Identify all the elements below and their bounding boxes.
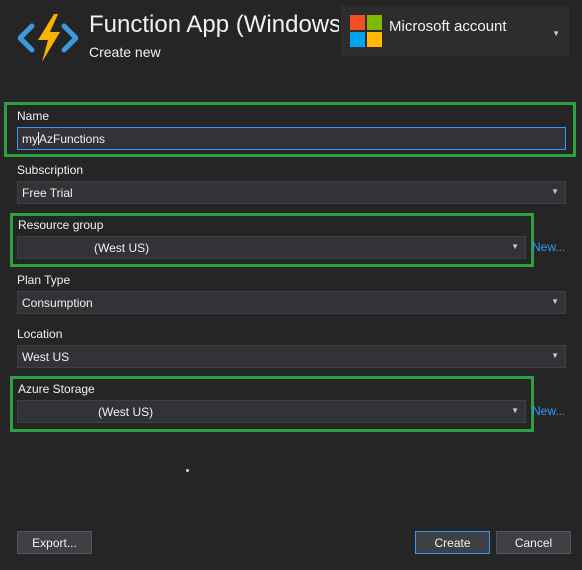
resource-group-new-link[interactable]: New... xyxy=(532,240,565,254)
azure-storage-new-link[interactable]: New... xyxy=(532,404,565,418)
dialog-title: Function App (Windows) xyxy=(89,11,339,38)
chevron-down-icon: ▼ xyxy=(552,29,560,38)
name-value-start: my xyxy=(22,132,38,146)
stray-dot xyxy=(186,469,189,472)
create-function-app-dialog: Function App (Windows) Create new Micros… xyxy=(0,0,582,570)
subscription-select[interactable]: Free Trial ▼ xyxy=(17,181,566,204)
azure-storage-value: (West US) xyxy=(98,405,154,419)
dialog-subtitle: Create new xyxy=(89,44,161,60)
resource-group-select[interactable]: (West US) ▼ xyxy=(17,236,526,259)
chevron-down-icon: ▼ xyxy=(551,187,559,196)
name-label: Name xyxy=(17,109,50,123)
subscription-label: Subscription xyxy=(17,163,84,177)
plan-type-value: Consumption xyxy=(22,296,93,310)
cancel-button[interactable]: Cancel xyxy=(496,531,571,554)
location-value: West US xyxy=(22,350,70,364)
chevron-down-icon: ▼ xyxy=(511,406,519,415)
create-button[interactable]: Create xyxy=(415,531,490,554)
azure-functions-lightning-icon xyxy=(18,14,78,62)
resource-group-value: (West US) xyxy=(94,241,150,255)
resource-group-label: Resource group xyxy=(18,218,104,232)
azure-storage-label: Azure Storage xyxy=(18,382,95,396)
azure-storage-select[interactable]: (West US) ▼ xyxy=(17,400,526,423)
account-selector[interactable]: Microsoft account ▼ xyxy=(341,6,569,56)
subscription-value: Free Trial xyxy=(22,186,73,200)
name-value-end: AzFunctions xyxy=(39,132,106,146)
location-label: Location xyxy=(17,327,63,341)
export-button[interactable]: Export... xyxy=(17,531,92,554)
chevron-down-icon: ▼ xyxy=(511,242,519,251)
account-label: Microsoft account xyxy=(389,18,507,35)
name-input[interactable]: myAzFunctions xyxy=(17,127,566,150)
microsoft-logo-icon xyxy=(350,15,382,47)
plan-type-label: Plan Type xyxy=(17,273,71,287)
plan-type-select[interactable]: Consumption ▼ xyxy=(17,291,566,314)
chevron-down-icon: ▼ xyxy=(551,297,559,306)
chevron-down-icon: ▼ xyxy=(551,351,559,360)
location-select[interactable]: West US ▼ xyxy=(17,345,566,368)
